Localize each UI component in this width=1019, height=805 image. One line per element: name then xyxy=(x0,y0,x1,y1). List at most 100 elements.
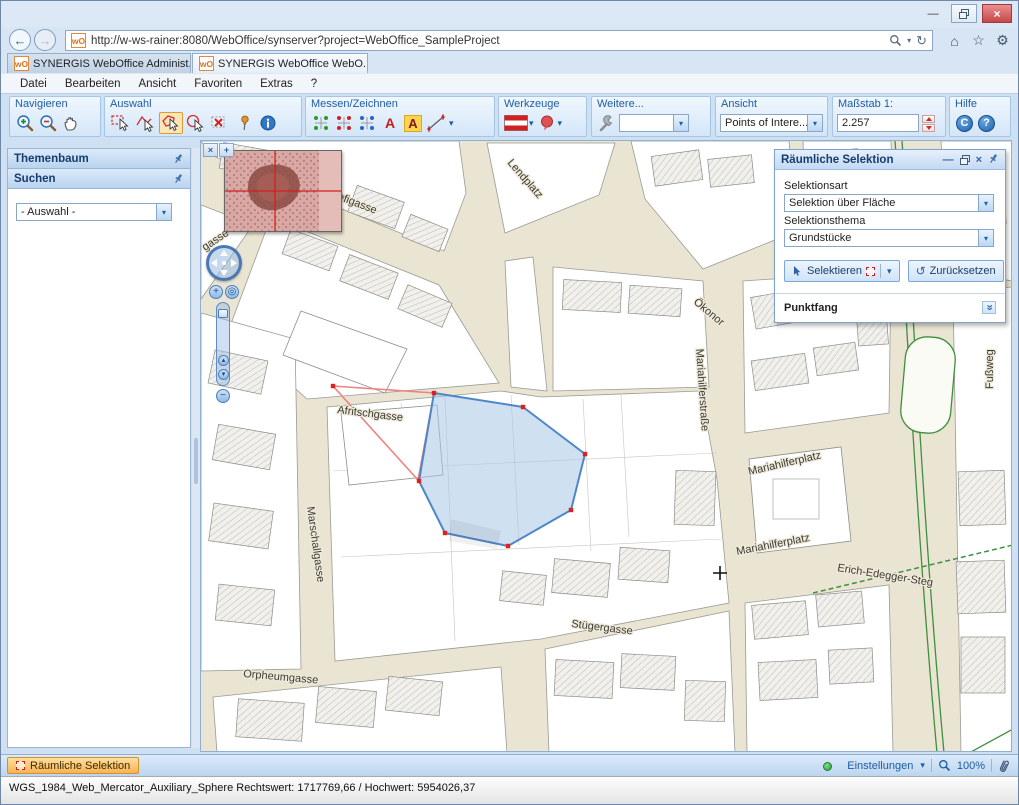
copyright-button[interactable]: C xyxy=(956,115,973,132)
weitere-dropdown[interactable]: ▾ xyxy=(619,114,689,132)
pin-icon[interactable] xyxy=(173,153,184,164)
menu-ansicht[interactable]: Ansicht xyxy=(129,76,185,92)
pan-hand-tool[interactable] xyxy=(60,112,82,134)
panel-titlebar[interactable]: Räumliche Selektion — × xyxy=(775,150,1005,170)
panel-restore-icon[interactable] xyxy=(960,155,970,165)
dropdown-caret-icon[interactable]: ▾ xyxy=(978,230,993,246)
search-select-dropdown[interactable]: - Auswahl - ▾ xyxy=(16,203,172,221)
expand-chevron-icon[interactable]: » xyxy=(982,301,996,314)
redlining-balloon-tool[interactable]: ▾ xyxy=(536,112,564,134)
dropdown-caret-icon[interactable]: ▾ xyxy=(807,115,822,131)
group-label: Auswahl xyxy=(105,97,301,111)
select-line-tool[interactable] xyxy=(134,112,158,134)
zoom-slider-handle[interactable] xyxy=(218,309,228,318)
select-polygon-tool[interactable] xyxy=(159,112,183,134)
annotation-text-tool[interactable]: A xyxy=(379,112,401,134)
selektieren-button[interactable]: Selektieren ▾ xyxy=(784,260,900,282)
pan-west-icon[interactable] xyxy=(211,259,217,267)
select-rectangle-tool[interactable] xyxy=(109,112,133,134)
scale-spinner[interactable] xyxy=(922,115,935,132)
window-restore-button[interactable] xyxy=(951,4,977,23)
pin-icon[interactable] xyxy=(173,173,184,184)
dropdown-caret-icon[interactable]: ▾ xyxy=(156,204,171,220)
overview-close-button[interactable]: × xyxy=(203,143,218,157)
pan-control[interactable] xyxy=(206,245,242,281)
favorites-star-icon[interactable]: ☆ xyxy=(967,30,990,51)
measure-point-red-tool[interactable] xyxy=(333,112,355,134)
selektionsart-dropdown[interactable]: Selektion über Fläche ▾ xyxy=(784,194,994,212)
select-circle-tool[interactable] xyxy=(184,112,208,134)
search-icon[interactable] xyxy=(889,34,902,47)
pan-south-icon[interactable] xyxy=(220,270,228,276)
zoom-magnifier-icon[interactable] xyxy=(938,759,951,772)
overview-map[interactable] xyxy=(224,150,342,232)
url-text[interactable]: http://w-ws-rainer:8080/WebOffice/synser… xyxy=(91,35,884,47)
tab-weboffice-admin[interactable]: wO SYNERGIS WebOffice Administ... xyxy=(7,53,191,73)
dropdown-caret-icon[interactable]: ▾ xyxy=(558,118,563,129)
spinner-down-icon[interactable] xyxy=(922,124,935,132)
annotation-highlight-tool[interactable]: A xyxy=(402,112,424,134)
tab-weboffice-client[interactable]: wO SYNERGIS WebOffice WebO... × xyxy=(192,53,368,73)
panel-pin-icon[interactable] xyxy=(988,153,999,167)
zoom-step-up-button[interactable]: ▴ xyxy=(218,355,229,366)
pan-north-icon[interactable] xyxy=(220,250,228,256)
sidebar-splitter[interactable] xyxy=(192,148,200,748)
scale-input[interactable] xyxy=(837,114,919,132)
wrench-icon[interactable] xyxy=(596,112,618,134)
group-weitere: Weitere... ▾ xyxy=(591,96,711,137)
zoom-level-value[interactable]: 100% xyxy=(957,760,985,772)
menu-datei[interactable]: Datei xyxy=(11,76,56,92)
panel-minimize-icon[interactable]: — xyxy=(943,154,954,166)
window-minimize-button[interactable]: — xyxy=(920,4,946,23)
zoom-slider[interactable]: ▴ ▾ xyxy=(216,302,230,386)
dropdown-caret-icon[interactable]: ▾ xyxy=(449,118,454,129)
zoom-in-button[interactable]: + xyxy=(209,285,223,299)
window-titlebar: — × xyxy=(1,1,1018,27)
overview-move-button[interactable]: + xyxy=(219,143,234,157)
measure-dimension-tool[interactable]: ▾ xyxy=(425,112,455,134)
menu-hilfe[interactable]: ? xyxy=(302,76,326,92)
address-input[interactable]: wO http://w-ws-rainer:8080/WebOffice/syn… xyxy=(65,30,933,51)
dropdown-caret-icon[interactable]: ▾ xyxy=(673,115,688,131)
einstellungen-link[interactable]: Einstellungen xyxy=(847,760,913,772)
menu-favoriten[interactable]: Favoriten xyxy=(185,76,251,92)
browser-back-button[interactable]: ← xyxy=(9,29,31,51)
zoom-step-down-button[interactable]: ▾ xyxy=(218,369,229,380)
clear-selection-tool[interactable] xyxy=(209,112,233,134)
active-tool-button[interactable]: Räumliche Selektion xyxy=(7,757,139,774)
panel-header-suchen[interactable]: Suchen xyxy=(8,169,190,189)
selektionsthema-dropdown[interactable]: Grundstücke ▾ xyxy=(784,229,994,247)
full-extent-button[interactable]: ◎ xyxy=(225,285,239,299)
panel-close-icon[interactable]: × xyxy=(976,154,982,166)
browser-forward-button[interactable]: → xyxy=(34,29,56,51)
map-area[interactable]: Josefigasse gasse Lendplatz Afritschgass… xyxy=(200,140,1012,752)
flag-tool[interactable]: ▾ xyxy=(503,112,535,134)
zoom-out-button[interactable]: − xyxy=(216,389,230,403)
measure-point-blue-tool[interactable] xyxy=(356,112,378,134)
identify-pin-tool[interactable] xyxy=(234,112,256,134)
dropdown-caret-icon[interactable]: ▾ xyxy=(920,760,925,771)
panel-header-themenbaum[interactable]: Themenbaum xyxy=(8,149,190,169)
menu-extras[interactable]: Extras xyxy=(251,76,302,92)
menu-bearbeiten[interactable]: Bearbeiten xyxy=(56,76,130,92)
info-tool[interactable] xyxy=(257,112,279,134)
zuruecksetzen-button[interactable]: ↺ Zurücksetzen xyxy=(908,260,1004,282)
pan-center-icon[interactable] xyxy=(222,261,226,265)
spinner-up-icon[interactable] xyxy=(922,115,935,123)
dropdown-caret-icon[interactable]: ▾ xyxy=(529,118,534,129)
dropdown-caret-icon[interactable]: ▾ xyxy=(978,195,993,211)
help-button[interactable]: ? xyxy=(978,115,995,132)
settings-gear-icon[interactable]: ⚙ xyxy=(991,30,1014,51)
zoom-in-tool[interactable] xyxy=(14,112,36,134)
paperclip-icon[interactable] xyxy=(998,758,1010,773)
search-dropdown-caret-icon[interactable]: ▾ xyxy=(907,36,911,45)
zoom-out-tool[interactable] xyxy=(37,112,59,134)
measure-point-green-tool[interactable] xyxy=(310,112,332,134)
window-close-button[interactable]: × xyxy=(982,4,1012,23)
ansicht-dropdown[interactable]: Points of Intere... ▾ xyxy=(720,114,823,132)
bottom-toolbar: Räumliche Selektion Einstellungen ▾ 100% xyxy=(1,754,1018,776)
refresh-icon[interactable]: ↻ xyxy=(916,33,927,49)
dropdown-caret-icon[interactable]: ▾ xyxy=(887,266,892,277)
pan-east-icon[interactable] xyxy=(231,259,237,267)
home-icon[interactable]: ⌂ xyxy=(943,30,966,51)
